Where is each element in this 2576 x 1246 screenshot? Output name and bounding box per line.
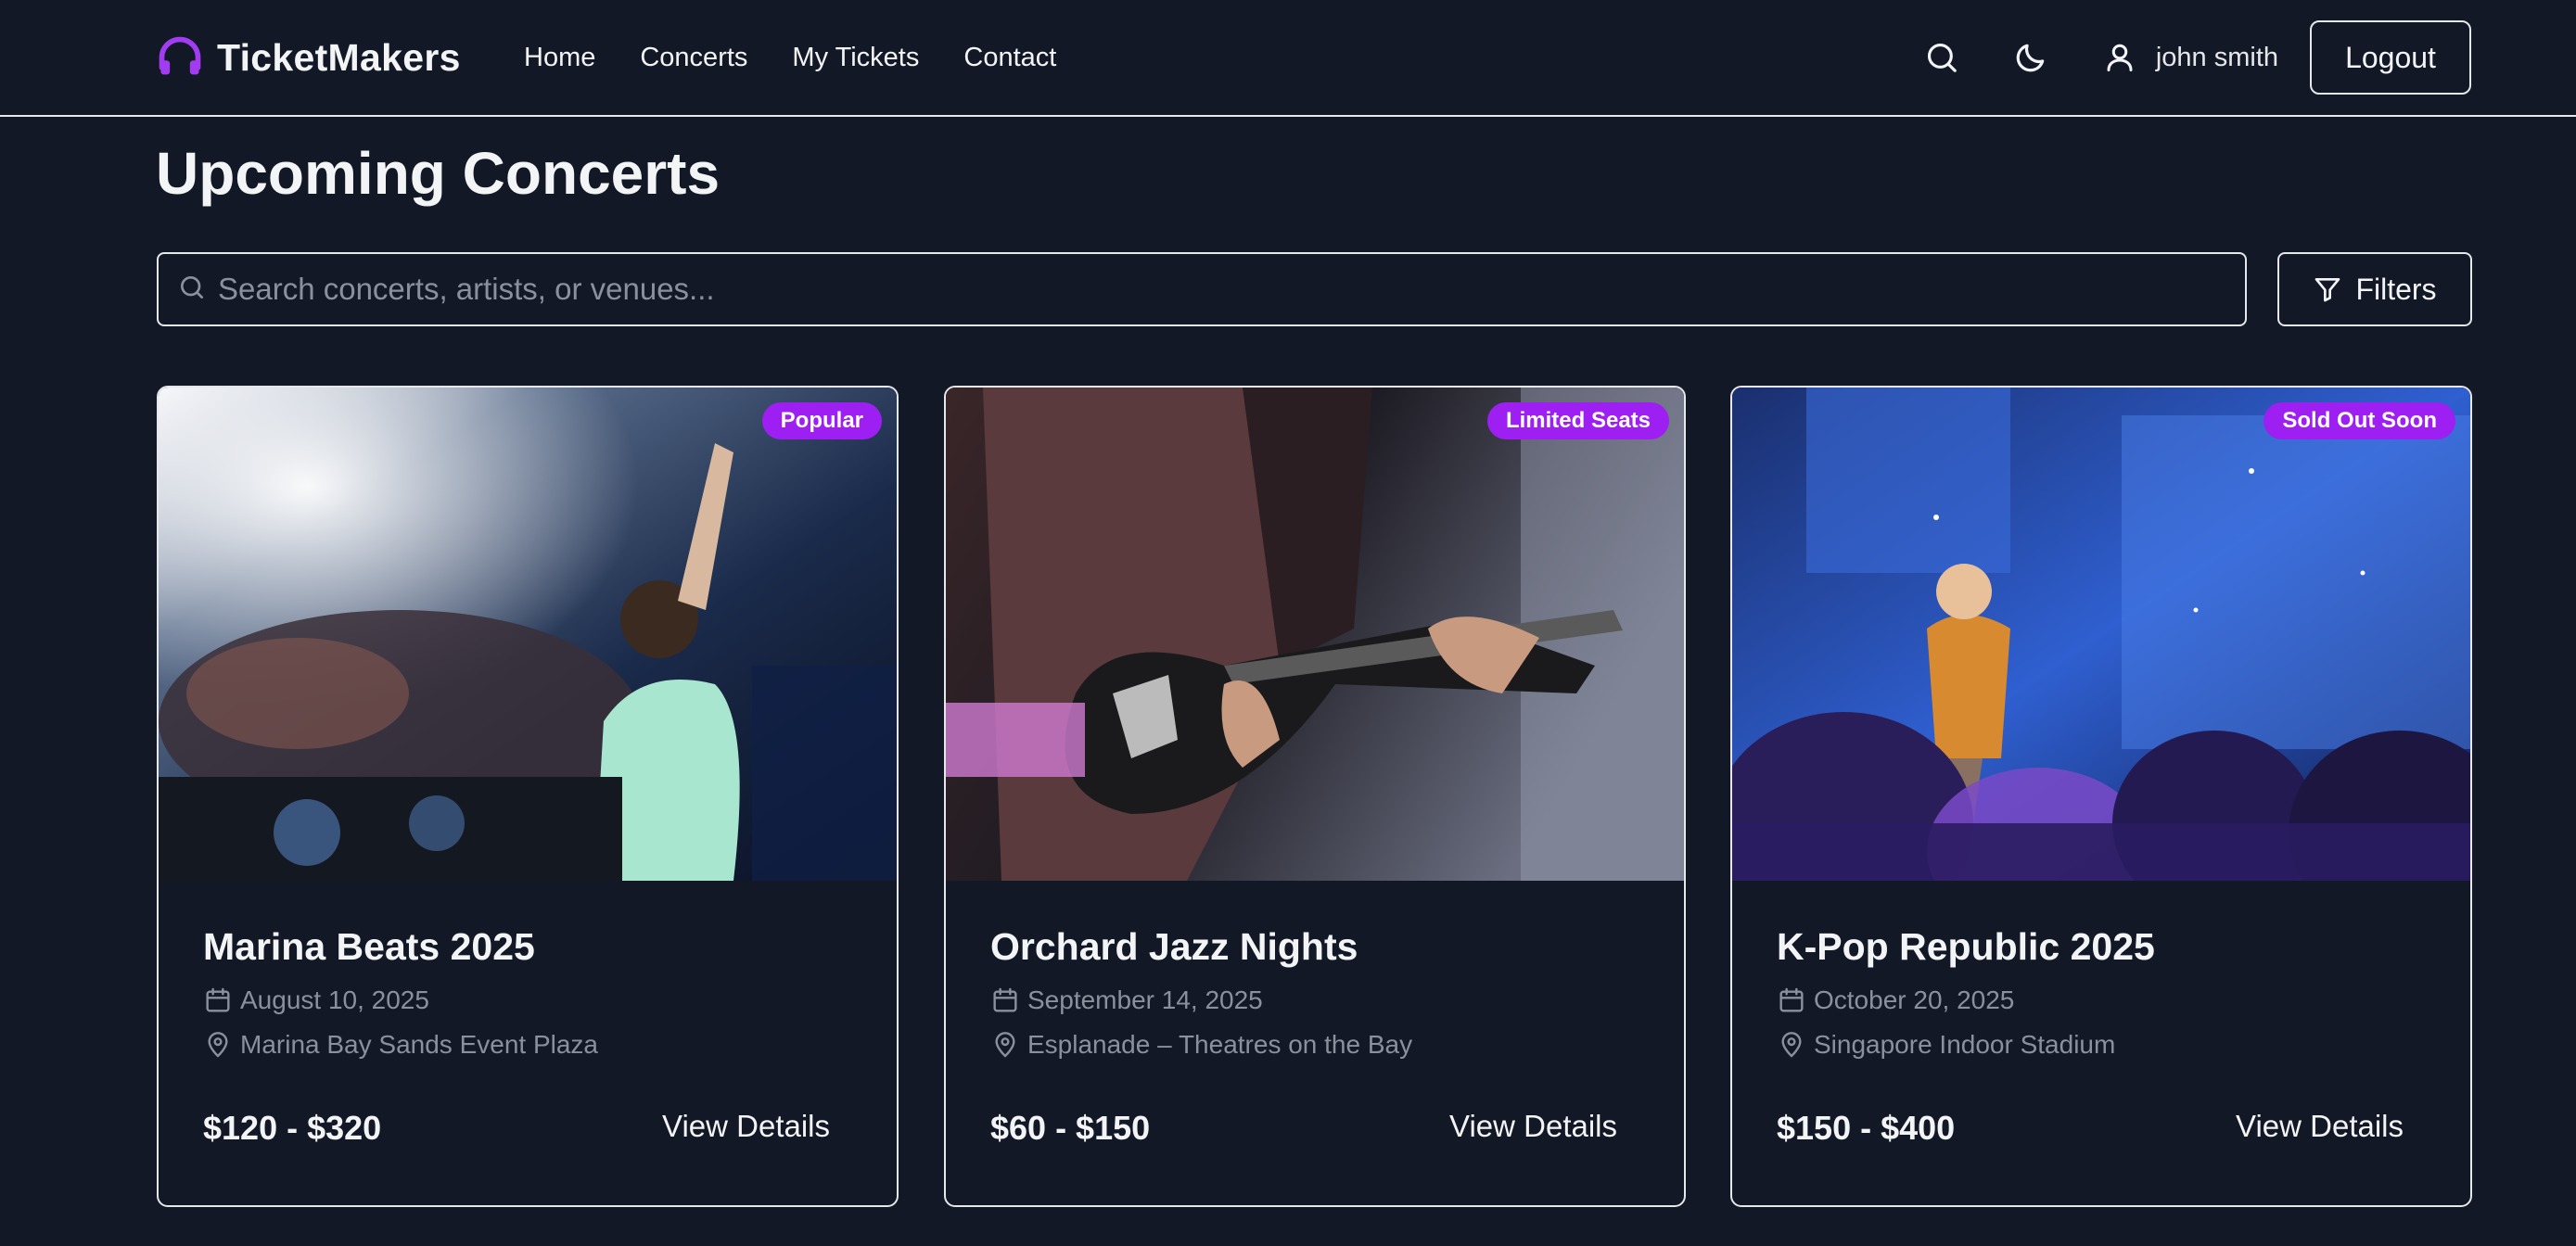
card-body: K-Pop Republic 2025 October 20, 2025 Sin… <box>1777 925 2426 1060</box>
logout-button[interactable]: Logout <box>2310 20 2471 95</box>
headphones-icon <box>159 36 201 75</box>
nav-contact-link[interactable]: Contact <box>963 41 1056 74</box>
card-body: Orchard Jazz Nights September 14, 2025 E… <box>990 925 1639 1060</box>
map-pin-icon <box>208 1032 228 1058</box>
concert-venue-text: Esplanade – Theatres on the Bay <box>1027 1030 1413 1059</box>
main-nav: Home Concerts My Tickets Contact <box>524 41 1101 74</box>
concert-image-kpop-stage[interactable] <box>1732 388 2470 881</box>
concert-title: K-Pop Republic 2025 <box>1777 925 2155 968</box>
concert-venue-text: Marina Bay Sands Event Plaza <box>240 1030 598 1059</box>
status-badge: Limited Seats <box>1486 402 1669 439</box>
concert-date: August 10, 2025 <box>203 985 852 1015</box>
nav-home-link[interactable]: Home <box>524 41 595 74</box>
concert-venue: Esplanade – Theatres on the Bay <box>990 1030 1639 1060</box>
nav-my-tickets-link[interactable]: My Tickets <box>792 41 919 74</box>
search-icon <box>1927 43 1957 72</box>
concert-card[interactable]: Sold Out Soon K-Pop Republic 2025 Octobe… <box>1730 386 2472 1207</box>
concert-price: $60 - $150 <box>990 1109 1151 1147</box>
concert-title: Marina Beats 2025 <box>203 925 535 968</box>
nav-concerts-link[interactable]: Concerts <box>640 41 747 74</box>
username-label: john smith <box>2155 42 2278 72</box>
concert-card[interactable]: Limited Seats Orchard Jazz Nights Septem… <box>944 386 1686 1207</box>
page-title: Upcoming Concerts <box>156 140 721 207</box>
concert-title: Orchard Jazz Nights <box>990 925 1358 968</box>
search-button[interactable] <box>1922 38 1961 77</box>
search-input[interactable] <box>218 263 2221 315</box>
calendar-icon <box>1779 987 1804 1012</box>
concert-venue-text: Singapore Indoor Stadium <box>1814 1030 2116 1059</box>
concert-venue: Marina Bay Sands Event Plaza <box>203 1030 852 1060</box>
calendar-icon <box>993 987 1017 1012</box>
calendar-icon <box>206 987 230 1012</box>
concert-date: October 20, 2025 <box>1777 985 2426 1015</box>
concert-date-text: August 10, 2025 <box>240 985 429 1014</box>
view-details-button[interactable]: View Details <box>662 1109 830 1144</box>
moon-icon <box>2016 44 2045 72</box>
view-details-button[interactable]: View Details <box>2236 1109 2404 1144</box>
filters-label: Filters <box>2355 272 2437 306</box>
card-body: Marina Beats 2025 August 10, 2025 Marina… <box>203 925 852 1060</box>
profile-button[interactable] <box>2100 38 2139 77</box>
map-pin-icon <box>995 1032 1015 1058</box>
concert-image-guitarist[interactable] <box>946 388 1684 881</box>
brand-logo[interactable]: TicketMakers <box>156 33 461 82</box>
search-icon <box>181 276 203 299</box>
concert-card[interactable]: Popular Marina Beats 2025 August 10, 202… <box>157 386 899 1207</box>
concert-date-text: October 20, 2025 <box>1814 985 2015 1014</box>
concert-image-dj-crowd[interactable] <box>159 388 897 881</box>
brand-name: TicketMakers <box>217 35 461 79</box>
concert-price: $150 - $400 <box>1777 1109 1956 1147</box>
search-bar <box>157 252 2247 326</box>
concert-date: September 14, 2025 <box>990 985 1639 1015</box>
status-badge: Popular <box>761 402 882 439</box>
filter-icon <box>2315 278 2340 302</box>
theme-toggle-button[interactable] <box>2011 38 2050 77</box>
top-navbar: TicketMakers Home Concerts My Tickets Co… <box>0 0 2576 117</box>
filters-button[interactable]: Filters <box>2277 252 2472 326</box>
concert-venue: Singapore Indoor Stadium <box>1777 1030 2426 1060</box>
user-icon <box>2107 44 2133 71</box>
concert-date-text: September 14, 2025 <box>1027 985 1263 1014</box>
map-pin-icon <box>1781 1032 1802 1058</box>
header-actions: john smith Logout <box>1922 20 2471 95</box>
status-badge: Sold Out Soon <box>2264 402 2455 439</box>
view-details-button[interactable]: View Details <box>1449 1109 1617 1144</box>
concert-price: $120 - $320 <box>203 1109 382 1147</box>
